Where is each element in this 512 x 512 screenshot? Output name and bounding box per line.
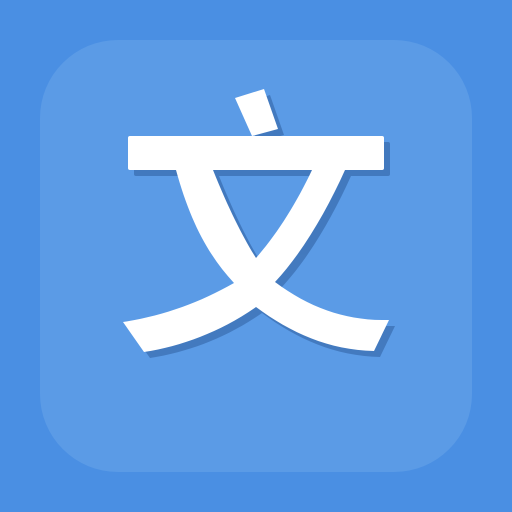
app-icon-canvas xyxy=(0,0,512,512)
translate-app-icon xyxy=(0,0,512,512)
